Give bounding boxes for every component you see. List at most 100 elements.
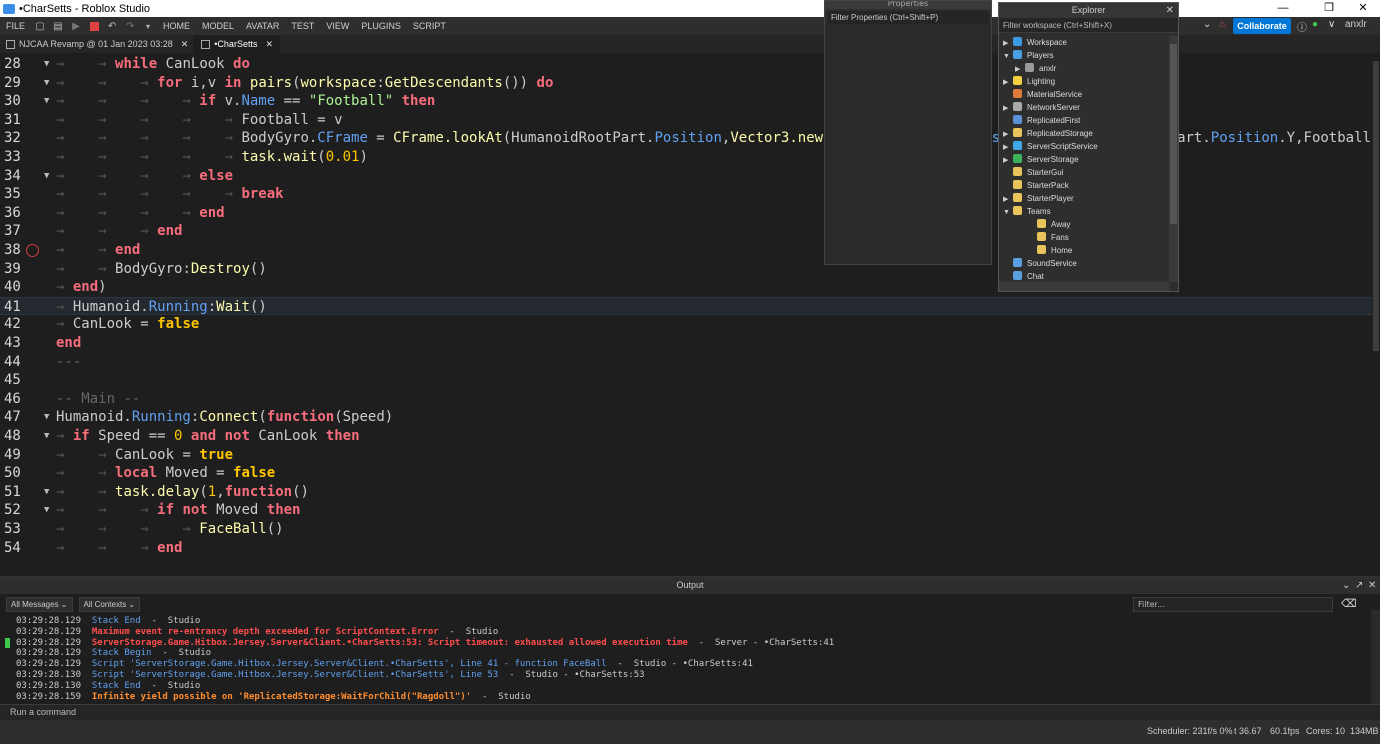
- close-window-button[interactable]: ✕: [1340, 0, 1380, 17]
- expand-arrow-icon[interactable]: ▼: [1003, 206, 1013, 219]
- fold-arrow-icon[interactable]: ▼: [44, 55, 49, 73]
- explorer-item-workspace[interactable]: ▶ Workspace: [1003, 36, 1067, 49]
- code-line[interactable]: 41 → Humanoid.Running:Wait(): [0, 296, 1372, 316]
- fold-arrow-icon[interactable]: ▼: [44, 483, 49, 501]
- line-number[interactable]: 46: [4, 390, 26, 408]
- menu-avatar[interactable]: AVATAR: [240, 21, 285, 31]
- explorer-item-replicatedstorage[interactable]: ▶ ReplicatedStorage: [1003, 127, 1093, 140]
- line-number[interactable]: 44: [4, 353, 26, 371]
- line-number[interactable]: 36: [4, 204, 26, 222]
- fold-arrow-icon[interactable]: ▼: [44, 74, 49, 92]
- output-line[interactable]: 03:29:28.129 ServerStorage.Game.Hitbox.J…: [16, 638, 834, 649]
- output-line[interactable]: 03:29:28.129 Stack Begin - Studio: [16, 648, 211, 659]
- explorer-item-lighting[interactable]: ▶ Lighting: [1003, 75, 1055, 88]
- line-number[interactable]: 49: [4, 446, 26, 464]
- share-icon[interactable]: ∨: [1328, 19, 1335, 30]
- line-number[interactable]: 41: [4, 298, 26, 316]
- output-line[interactable]: 03:29:28.129 Stack End - Studio: [16, 616, 200, 627]
- fold-arrow-icon[interactable]: ▼: [44, 92, 49, 110]
- code-line[interactable]: 52 ▼ → → → if not Moved then: [0, 501, 1372, 519]
- line-number[interactable]: 50: [4, 464, 26, 482]
- line-number[interactable]: 51: [4, 483, 26, 501]
- fold-arrow-icon[interactable]: ▼: [44, 167, 49, 185]
- collaborate-button[interactable]: Collaborate: [1233, 18, 1291, 34]
- line-number[interactable]: 42: [4, 315, 26, 333]
- output-line[interactable]: 03:29:28.130 Stack End - Studio: [16, 681, 200, 692]
- tab-charsetts[interactable]: •CharSetts ✕: [195, 35, 280, 53]
- explorer-item-teams[interactable]: ▼ Teams: [1003, 205, 1051, 218]
- explorer-item-serverscriptservice[interactable]: ▶ ServerScriptService: [1003, 140, 1098, 153]
- explorer-item-replicatedfirst[interactable]: ReplicatedFirst: [1003, 114, 1080, 127]
- play-icon[interactable]: ▶: [70, 20, 82, 32]
- expand-icon[interactable]: ↗: [1355, 577, 1363, 594]
- explorer-filter-input[interactable]: Filter workspace (Ctrl+Shift+X): [999, 18, 1178, 33]
- expand-arrow-icon[interactable]: ▼: [1003, 50, 1013, 63]
- line-number[interactable]: 33: [4, 148, 26, 166]
- explorer-item-fans[interactable]: Fans: [1027, 231, 1069, 244]
- editor-vertical-scrollbar[interactable]: [1372, 53, 1380, 563]
- menu-view[interactable]: VIEW: [320, 21, 355, 31]
- fold-arrow-icon[interactable]: ▼: [44, 408, 49, 426]
- explorer-item-serverstorage[interactable]: ▶ ServerStorage: [1003, 153, 1079, 166]
- explorer-item-startergui[interactable]: StarterGui: [1003, 166, 1063, 179]
- messages-filter-select[interactable]: All Messages ⌄: [6, 597, 73, 612]
- menu-home[interactable]: HOME: [157, 21, 196, 31]
- line-number[interactable]: 28: [4, 55, 26, 73]
- line-number[interactable]: 40: [4, 278, 26, 296]
- output-filter-input[interactable]: Filter...: [1133, 597, 1333, 612]
- menu-model[interactable]: MODEL: [196, 21, 240, 31]
- open-icon[interactable]: ▤: [52, 20, 64, 32]
- scroll-thumb[interactable]: [1170, 44, 1177, 224]
- tab-njcaa-revamp[interactable]: NJCAA Revamp @ 01 Jan 2023 03:28 ✕: [0, 35, 196, 53]
- undo-icon[interactable]: ↶: [106, 20, 118, 32]
- line-number[interactable]: 32: [4, 129, 26, 147]
- explorer-item-materialservice[interactable]: MaterialService: [1003, 88, 1082, 101]
- explorer-item-anxlr[interactable]: ▶ anxlr: [1015, 62, 1056, 75]
- line-number[interactable]: 34: [4, 167, 26, 185]
- code-line[interactable]: 47 ▼ Humanoid.Running:Connect(function(Spe…: [0, 408, 1372, 426]
- line-number[interactable]: 37: [4, 222, 26, 240]
- save-icon[interactable]: ▢: [34, 20, 46, 32]
- code-line[interactable]: 51 ▼ → → task.delay(1,function(): [0, 483, 1372, 501]
- code-line[interactable]: 45: [0, 371, 1372, 389]
- redo-icon[interactable]: ↷: [124, 20, 136, 32]
- line-number[interactable]: 52: [4, 501, 26, 519]
- explorer-vertical-scrollbar[interactable]: [1169, 36, 1178, 282]
- status-dot-icon[interactable]: ●: [1312, 19, 1318, 30]
- close-icon[interactable]: ✕: [265, 39, 273, 50]
- notification-bell-icon[interactable]: ♨: [1218, 19, 1227, 30]
- line-number[interactable]: 29: [4, 74, 26, 92]
- code-line[interactable]: 49 → → CanLook = true: [0, 446, 1372, 464]
- output-line[interactable]: 03:29:28.129 Maximum event re-entrancy d…: [16, 627, 498, 638]
- line-number[interactable]: 38: [4, 241, 26, 259]
- help-icon[interactable]: ⓘ: [1297, 19, 1307, 34]
- menu-script[interactable]: SCRIPT: [407, 21, 452, 31]
- command-bar-input[interactable]: Run a command: [0, 704, 1380, 720]
- stop-icon[interactable]: [88, 20, 100, 32]
- explorer-item-soundservice[interactable]: SoundService: [1003, 257, 1077, 270]
- line-number[interactable]: 48: [4, 427, 26, 445]
- username[interactable]: anxlr: [1345, 19, 1367, 30]
- close-icon[interactable]: ✕: [1166, 3, 1174, 18]
- output-line[interactable]: 03:29:28.159 Infinite yield possible on …: [16, 692, 531, 703]
- menu-file[interactable]: FILE: [0, 21, 31, 31]
- code-line[interactable]: 43 end: [0, 334, 1372, 352]
- contexts-filter-select[interactable]: All Contexts ⌄: [78, 597, 141, 612]
- clear-output-icon[interactable]: ⌫: [1341, 597, 1357, 612]
- code-line[interactable]: 50 → → local Moved = false: [0, 464, 1372, 482]
- output-scrollbar[interactable]: [1371, 610, 1380, 704]
- minimize-button[interactable]: —: [1260, 0, 1306, 17]
- menu-plugins[interactable]: PLUGINS: [355, 21, 407, 31]
- chevron-down-icon[interactable]: ⌄: [1342, 577, 1350, 594]
- breakpoint-icon[interactable]: [26, 244, 39, 257]
- explorer-item-networkserver[interactable]: ▶ NetworkServer: [1003, 101, 1080, 114]
- line-number[interactable]: 30: [4, 92, 26, 110]
- code-line[interactable]: 48 ▼ → if Speed == 0 and not CanLook then: [0, 427, 1372, 445]
- explorer-item-players[interactable]: ▼ Players: [1003, 49, 1054, 62]
- output-line[interactable]: 03:29:28.130 Script 'ServerStorage.Game.…: [16, 670, 645, 681]
- output-line[interactable]: 03:29:28.129 Script 'ServerStorage.Game.…: [16, 659, 753, 670]
- explorer-item-home[interactable]: Home: [1027, 244, 1072, 257]
- customize-icon[interactable]: ▾: [142, 20, 154, 32]
- explorer-horizontal-scrollbar[interactable]: [999, 282, 1169, 291]
- line-number[interactable]: 47: [4, 408, 26, 426]
